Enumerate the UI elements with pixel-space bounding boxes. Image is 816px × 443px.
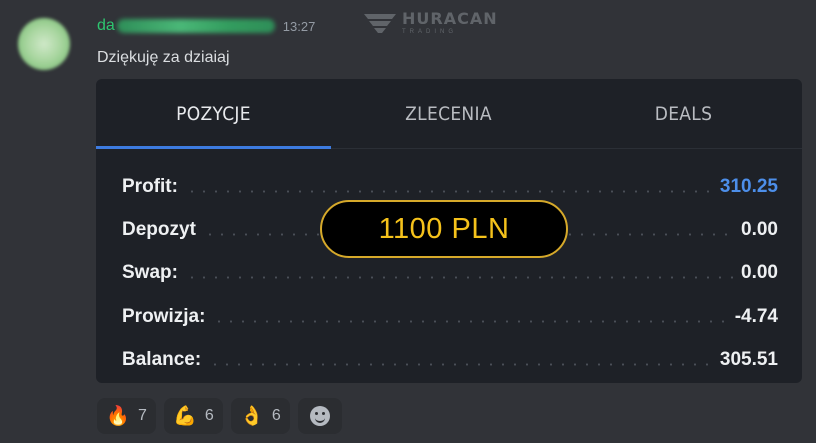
dotted-leader bbox=[209, 362, 712, 366]
user-avatar[interactable] bbox=[18, 18, 70, 70]
row-profit: Profit: 310.25 bbox=[122, 173, 778, 201]
flexed-biceps-icon: 💪 bbox=[173, 406, 197, 427]
amount-overlay-badge: 1100 PLN bbox=[320, 200, 568, 258]
message-header: da 13:27 bbox=[97, 14, 315, 38]
tab-deals[interactable]: DEALS bbox=[566, 79, 801, 149]
active-tab-indicator bbox=[96, 146, 331, 149]
ok-hand-icon: 👌 bbox=[239, 406, 264, 427]
tab-zlecenia[interactable]: ZLECENIA bbox=[331, 79, 566, 149]
add-reaction-button[interactable] bbox=[297, 398, 342, 434]
row-value: 0.00 bbox=[741, 219, 778, 240]
row-balance: Balance: 305.51 bbox=[122, 346, 778, 374]
brand-name: HURACAN bbox=[402, 9, 498, 28]
dotted-leader bbox=[213, 319, 727, 323]
message-timestamp: 13:27 bbox=[282, 18, 316, 34]
reaction-count: 6 bbox=[204, 407, 214, 424]
row-swap: Swap: 0.00 bbox=[122, 259, 778, 287]
dotted-leader bbox=[185, 189, 712, 193]
tornado-logo-icon bbox=[364, 14, 396, 33]
reaction-count: 6 bbox=[271, 407, 281, 424]
reaction-ok-hand[interactable]: 👌 6 bbox=[230, 398, 290, 434]
smiley-add-icon bbox=[309, 406, 330, 426]
reaction-bar: 🔥 7 💪 6 👌 6 bbox=[97, 398, 342, 434]
row-value: -4.74 bbox=[734, 306, 778, 327]
brand-subtitle: TRADING bbox=[402, 29, 457, 35]
row-value: 0.00 bbox=[741, 262, 778, 283]
row-value: 305.51 bbox=[719, 349, 778, 370]
message-text: Dziękuję za dziaiaj bbox=[97, 49, 230, 66]
reaction-flexed-biceps[interactable]: 💪 6 bbox=[163, 398, 223, 434]
huracan-watermark: HURACAN TRADING bbox=[362, 10, 498, 36]
reaction-fire[interactable]: 🔥 7 bbox=[97, 398, 156, 434]
tab-bar: POZYCJE ZLECENIA DEALS bbox=[96, 79, 802, 149]
row-label: Profit: bbox=[122, 176, 178, 197]
row-value: 310.25 bbox=[719, 176, 778, 197]
reaction-count: 7 bbox=[138, 407, 147, 424]
row-label: Swap: bbox=[122, 262, 178, 283]
tab-pozycje[interactable]: POZYCJE bbox=[96, 79, 331, 149]
fire-icon: 🔥 bbox=[106, 406, 130, 427]
row-label: Balance: bbox=[122, 349, 202, 370]
username[interactable]: da bbox=[97, 17, 115, 35]
row-label: Prowizja: bbox=[122, 306, 206, 327]
row-prowizja: Prowizja: -4.74 bbox=[122, 303, 778, 331]
dotted-leader bbox=[185, 275, 734, 279]
row-label: Depozyt bbox=[122, 219, 196, 240]
username-redacted bbox=[116, 19, 275, 33]
